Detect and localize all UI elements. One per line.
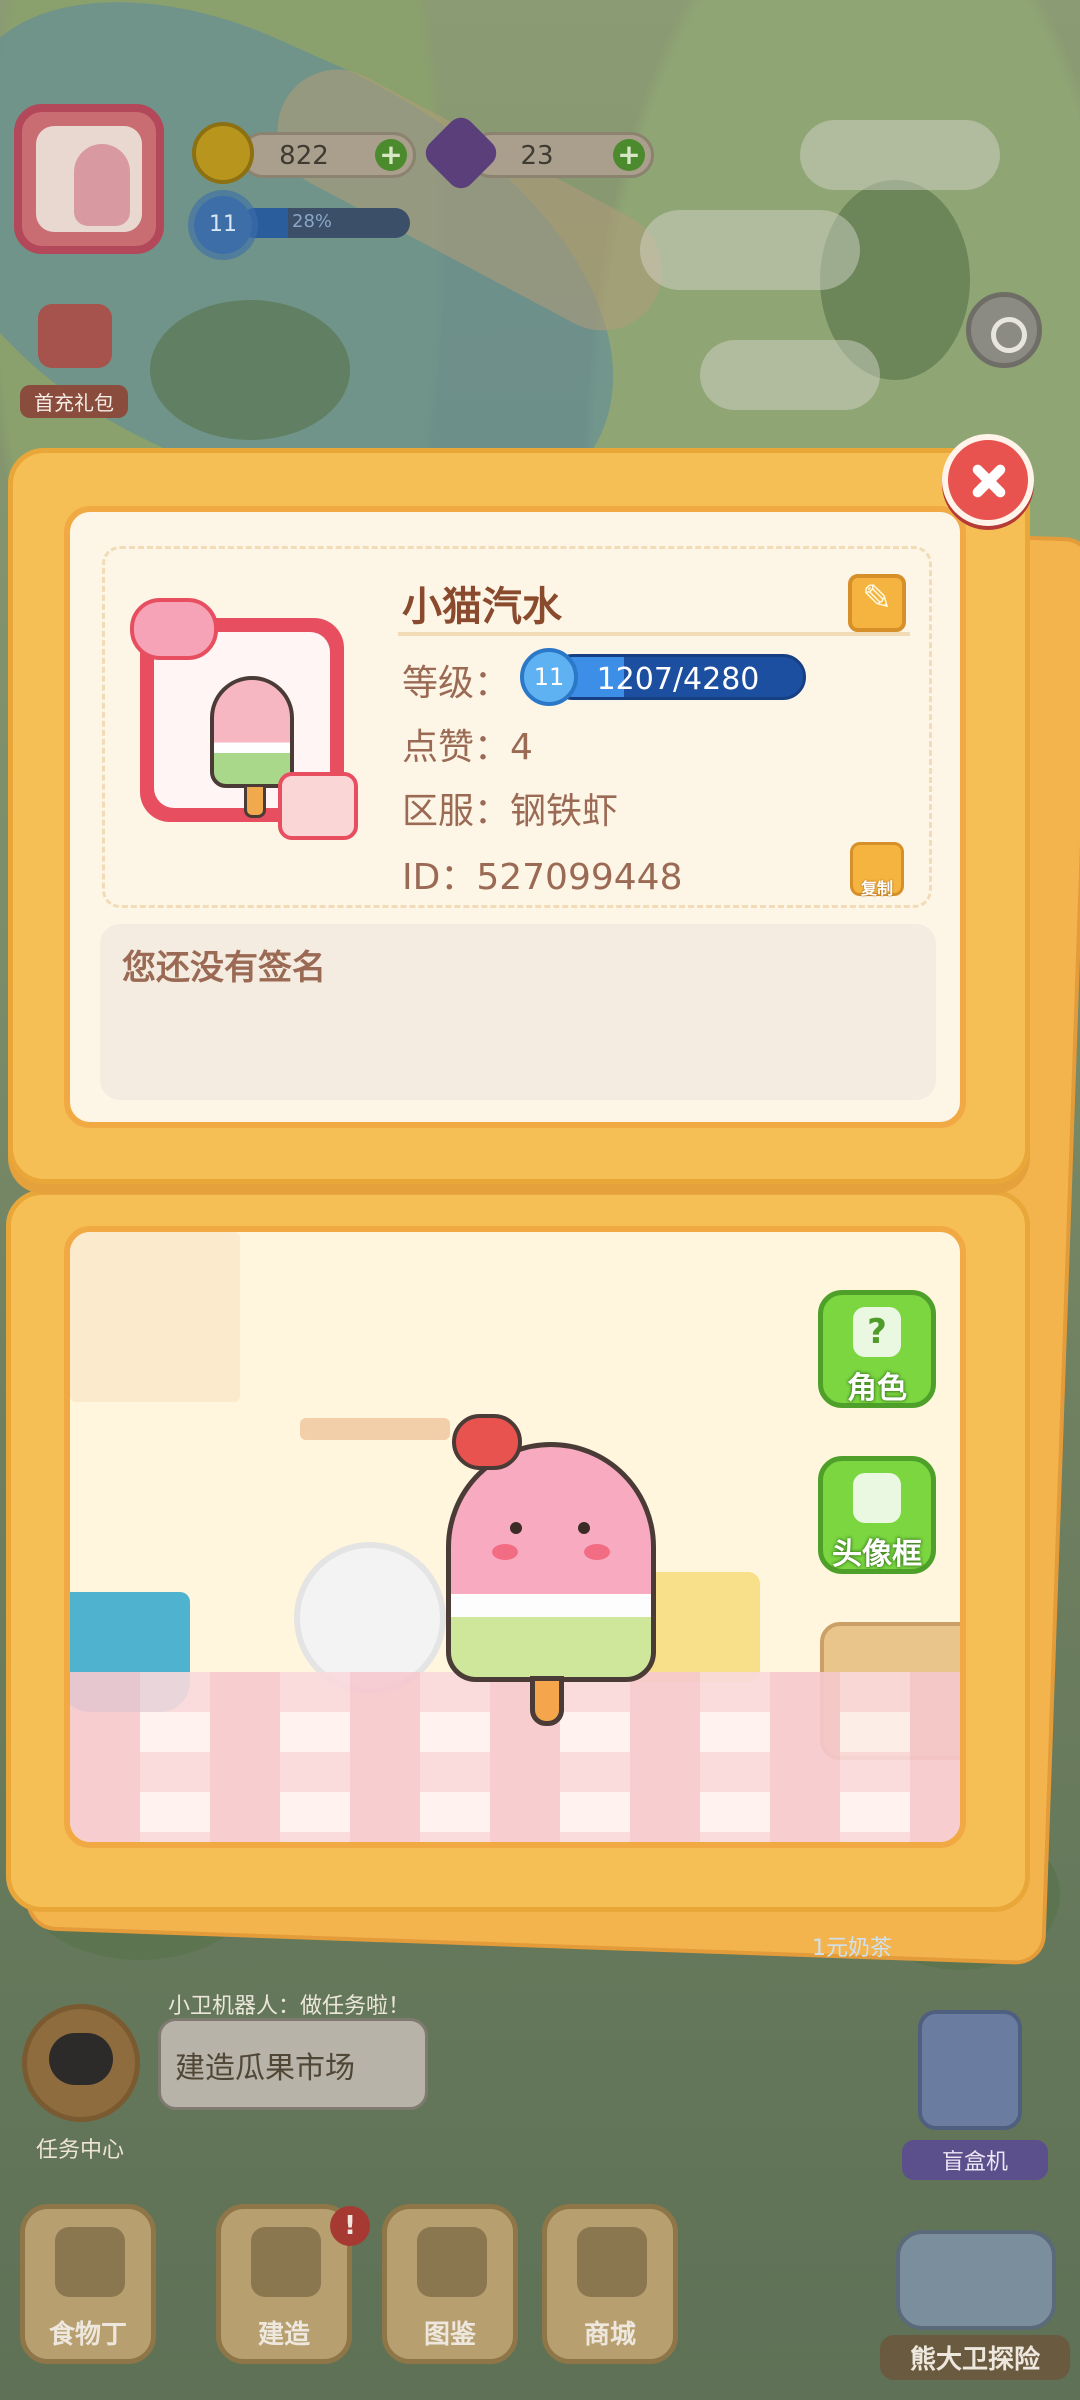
likes-count: 4: [510, 727, 533, 768]
nav-shop-label: 商城: [583, 2320, 636, 2350]
popsicle-stick: [244, 784, 266, 818]
nav-shop-button[interactable]: 商城: [542, 2204, 678, 2364]
close-button[interactable]: [942, 434, 1034, 526]
cloud: [800, 120, 1000, 190]
coin-icon: [192, 122, 254, 184]
character-button-label: 角色: [847, 1371, 907, 1406]
cake-decoration-icon: [278, 772, 358, 840]
server-row: 区服：钢铁虾: [402, 782, 618, 834]
nav-build-label: 建造: [257, 2320, 310, 2350]
build-alert-mark: !: [344, 2211, 356, 2241]
level-progress-bar: 1207/4280: [550, 654, 806, 700]
likes-row: 点赞：4: [402, 718, 533, 770]
popsicle-avatar-icon: [74, 144, 130, 226]
kitchen-cabinet: [70, 1232, 240, 1402]
edit-name-button[interactable]: [848, 574, 906, 632]
task-center-label: 任务中心: [35, 2138, 124, 2163]
bow-decoration-icon: [130, 598, 218, 660]
server-name: 钢铁虾: [510, 791, 619, 832]
likes-label: 点赞：: [402, 727, 511, 768]
character-body: [446, 1442, 656, 1682]
hud-level-star-icon: 11: [194, 196, 252, 254]
character-cheek: [584, 1544, 610, 1560]
avatar-frame: [36, 126, 142, 232]
task-center-button[interactable]: 任务中心: [12, 2004, 148, 2164]
blind-box-button[interactable]: 盲盒机: [880, 2010, 1070, 2180]
signature-box[interactable]: 您还没有签名: [100, 924, 936, 1100]
robot-tip-text: 小卫机器人：做任务啦！: [168, 1994, 411, 2019]
hud-level-percent: 28%: [292, 211, 333, 232]
build-alert-badge: !: [330, 2206, 370, 2246]
signature-placeholder: 您还没有签名: [122, 948, 326, 988]
cloud: [700, 340, 880, 410]
character-stick: [530, 1676, 564, 1726]
player-avatar-hud[interactable]: [14, 104, 164, 254]
level-number: 11: [533, 663, 565, 691]
milk-tea-label[interactable]: 1元奶茶: [812, 1930, 892, 1962]
server-label: 区服：: [402, 791, 511, 832]
gift-box-icon: [38, 304, 112, 368]
id-row: ID：527099448: [402, 848, 682, 900]
first-recharge-gift-button[interactable]: 首充礼包: [20, 298, 128, 418]
character-eye: [578, 1522, 590, 1534]
nav-food-button[interactable]: 食物丁: [20, 2204, 156, 2364]
hud-level-number: 11: [209, 212, 237, 237]
nav-codex-button[interactable]: 图鉴: [382, 2204, 518, 2364]
avatar-frame-button[interactable]: 头像框: [818, 1456, 936, 1574]
shop-cart-icon: [577, 2227, 647, 2297]
copy-label: 复制: [860, 879, 893, 898]
cloud: [640, 210, 860, 290]
task-bubble[interactable]: 建造瓜果市场: [158, 2018, 428, 2110]
vending-machine-icon: [918, 2010, 1022, 2130]
player-id: 527099448: [476, 857, 683, 898]
add-gems-button[interactable]: +: [613, 139, 645, 171]
portrait-frame-icon: [853, 1473, 901, 1523]
character-eye: [510, 1522, 522, 1534]
gift-label: 首充礼包: [20, 385, 128, 418]
add-coins-button[interactable]: +: [375, 139, 407, 171]
level-progress: 1207/4280 11: [520, 648, 806, 706]
copy-id-button[interactable]: 复制: [850, 842, 904, 898]
level-row: 等级：: [402, 654, 510, 706]
coin-counter: 822 +: [240, 132, 416, 178]
popsicle-character[interactable]: [440, 1414, 660, 1732]
nav-codex-label: 图鉴: [423, 2320, 476, 2350]
nav-food-label: 食物丁: [48, 2320, 127, 2350]
task-bubble-text: 建造瓜果市场: [175, 2051, 355, 2086]
player-name: 小猫汽水: [402, 584, 562, 630]
strawberry-hat-icon: [452, 1414, 522, 1470]
coin-amount: 822: [279, 141, 329, 171]
level-label: 等级：: [402, 663, 511, 704]
level-star-icon: 11: [520, 648, 578, 706]
avatar-frame-button-label: 头像框: [832, 1537, 922, 1572]
tree: [150, 300, 350, 440]
blind-box-label: 盲盒机: [902, 2140, 1048, 2180]
wall-shelf: [300, 1418, 450, 1440]
popsicle-character-icon: [210, 676, 294, 788]
build-icon: [251, 2227, 321, 2297]
character-button[interactable]: ? 角色: [818, 1290, 936, 1408]
hud-level-bar: 28%: [240, 208, 410, 238]
character-cheek: [492, 1544, 518, 1560]
food-icon: [55, 2227, 125, 2297]
codex-icon: [417, 2227, 487, 2297]
profile-portrait[interactable]: [130, 598, 358, 840]
explore-label: 熊大卫探险: [880, 2335, 1070, 2380]
bus-icon: [896, 2230, 1056, 2330]
bear-question-icon: ?: [853, 1307, 901, 1357]
explore-button[interactable]: 熊大卫探险: [880, 2200, 1070, 2380]
gear-icon[interactable]: [966, 292, 1042, 368]
id-label: ID：: [402, 857, 477, 898]
robot-icon: [22, 2004, 140, 2122]
name-underline: [398, 632, 910, 636]
exp-text: 1207/4280: [596, 662, 760, 697]
